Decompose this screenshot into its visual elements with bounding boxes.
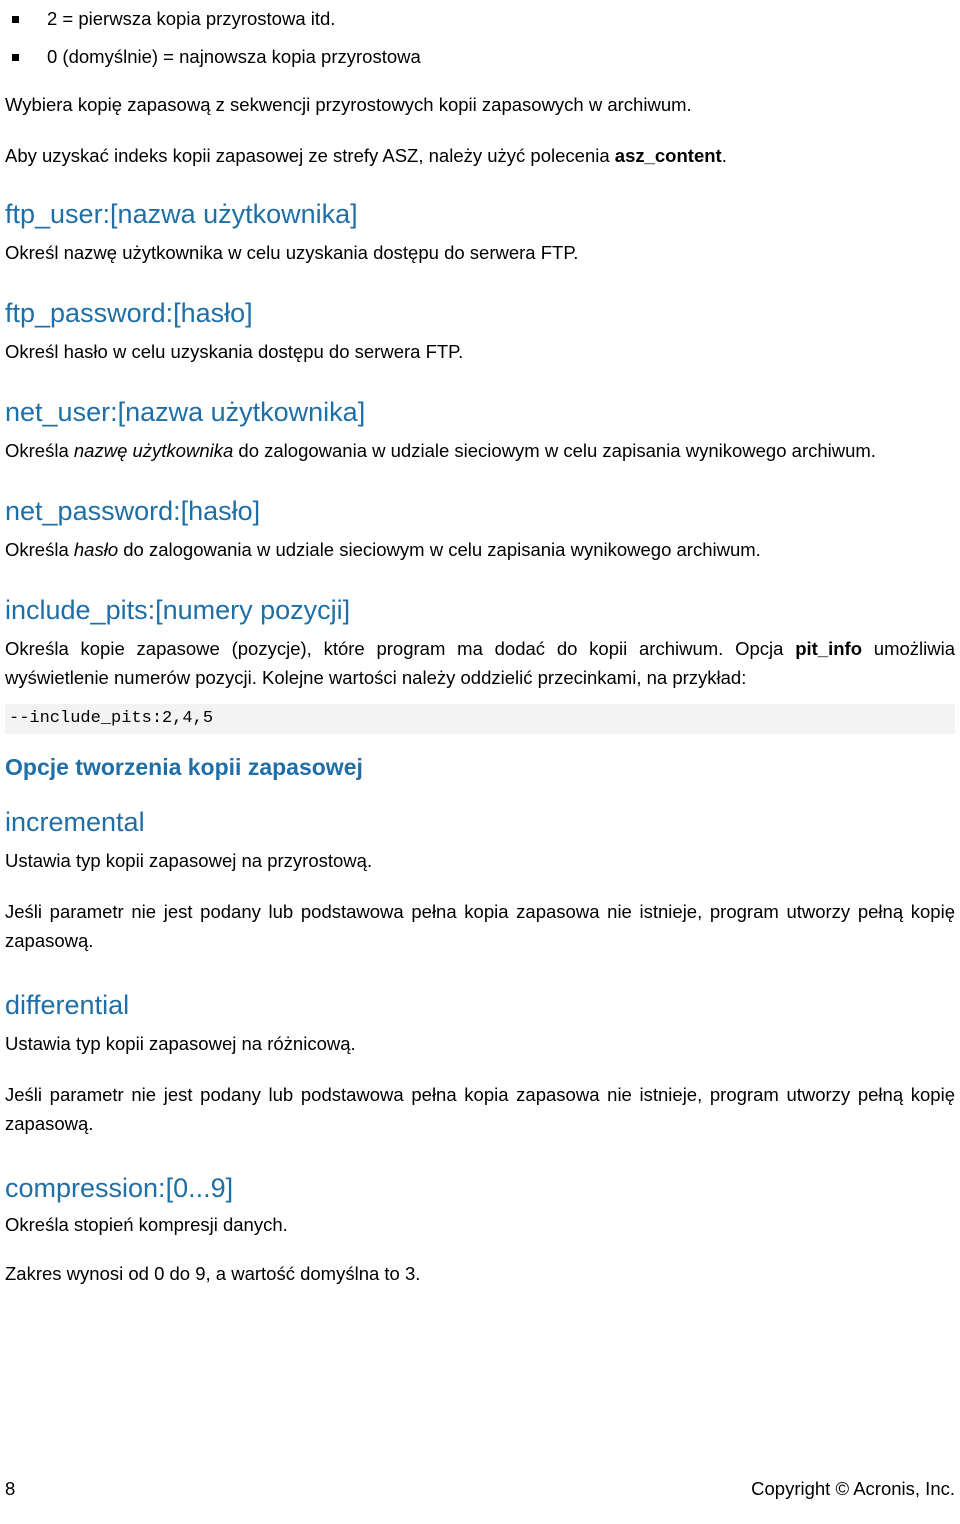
param-heading-ftp-password: ftp_password:[hasło] (5, 298, 253, 328)
param-body-post: do zalogowania w udziale sieciowym w cel… (118, 539, 761, 560)
param-body-differential-2: Jeśli parametr nie jest podany lub podst… (5, 1084, 955, 1134)
asz-content-command: asz_content (614, 145, 722, 166)
param-heading-net-user: net_user:[nazwa użytkownika] (5, 397, 366, 427)
footer-page-number: 8 (5, 1478, 16, 1499)
section-heading-backup-options: Opcje tworzenia kopii zapasowej (5, 754, 363, 780)
page-footer: 8 Copyright © Acronis, Inc. (0, 1478, 960, 1502)
param-body-compression-2: Zakres wynosi od 0 do 9, a wartość domyś… (5, 1263, 421, 1284)
param-heading-net-password: net_password:[hasło] (5, 496, 261, 526)
param-body-incremental-2: Jeśli parametr nie jest podany lub podst… (5, 901, 955, 951)
param-body-pre: Określa (5, 440, 74, 461)
param-body-pre: Określa kopie zapasowe (pozycje), które … (5, 638, 796, 659)
param-body-include-pits: Określa kopie zapasowe (pozycje), które … (5, 634, 955, 692)
pit-info-option: pit_info (795, 638, 862, 659)
list-item-label: 0 (domyślnie) = najnowsza kopia przyrost… (47, 46, 421, 67)
param-body-ftp-user: Określ nazwę użytkownika w celu uzyskani… (5, 242, 579, 263)
code-block-include-pits: --include_pits:2,4,5 (5, 704, 955, 734)
param-body-post: do zalogowania w udziale sieciowym w cel… (233, 440, 876, 461)
param-heading-ftp-user: ftp_user:[nazwa użytkownika] (5, 199, 358, 229)
bullet-list: 2 = pierwsza kopia przyrostowa itd. 0 (d… (5, 0, 955, 76)
square-bullet-icon (12, 16, 19, 23)
list-item-label: 2 = pierwsza kopia przyrostowa itd. (47, 8, 336, 29)
param-body-compression-1: Określa stopień kompresji danych. (5, 1214, 288, 1235)
param-body-differential-1: Ustawia typ kopii zapasowej na różnicową… (5, 1033, 356, 1054)
param-body-incremental-1: Ustawia typ kopii zapasowej na przyrosto… (5, 850, 373, 871)
param-body-pre: Określa (5, 539, 74, 560)
intro-paragraph: Wybiera kopię zapasową z sekwencji przyr… (5, 94, 692, 115)
param-heading-incremental: incremental (5, 807, 145, 837)
footer-copyright: Copyright © Acronis, Inc. (751, 1478, 955, 1499)
list-item: 2 = pierwsza kopia przyrostowa itd. (5, 0, 955, 38)
asz-paragraph-lead: Aby uzyskać indeks kopii zapasowej ze st… (5, 145, 615, 166)
param-body-emphasis: hasło (73, 539, 119, 560)
param-heading-compression: compression:[0...9] (5, 1173, 234, 1203)
param-heading-differential: differential (5, 990, 130, 1020)
list-item: 0 (domyślnie) = najnowsza kopia przyrost… (5, 38, 955, 76)
param-body-net-user: Określa nazwę użytkownika do zalogowania… (5, 436, 955, 465)
square-bullet-icon (12, 54, 19, 61)
document-page: 2 = pierwsza kopia przyrostowa itd. 0 (d… (0, 0, 960, 1524)
param-body-emphasis: nazwę użytkownika (73, 440, 234, 461)
param-heading-include-pits: include_pits:[numery pozycji] (5, 595, 351, 625)
param-body-net-password: Określa hasło do zalogowania w udziale s… (5, 535, 955, 564)
asz-paragraph: Aby uzyskać indeks kopii zapasowej ze st… (5, 141, 955, 170)
param-body-ftp-password: Określ hasło w celu uzyskania dostępu do… (5, 341, 464, 362)
asz-paragraph-tail: . (721, 145, 727, 166)
